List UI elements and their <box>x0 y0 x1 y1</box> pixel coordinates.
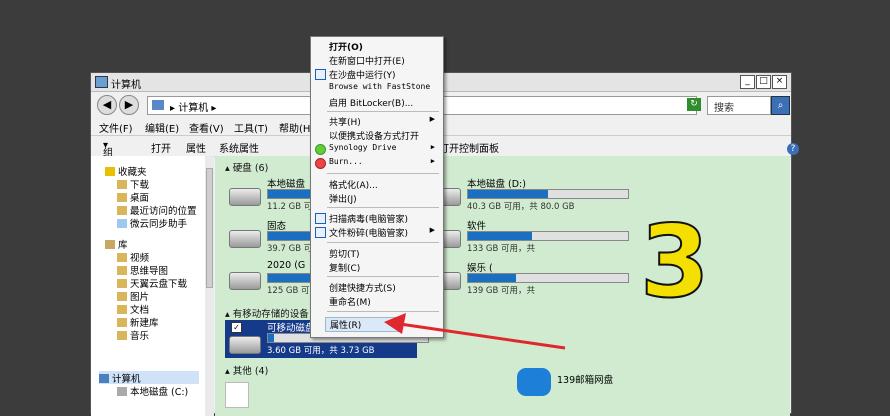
annotation-number: 3 <box>639 203 711 320</box>
annotation-arrow-head <box>384 313 406 334</box>
annotation-arrow-line <box>399 322 566 350</box>
annotation-overlay <box>384 313 566 350</box>
